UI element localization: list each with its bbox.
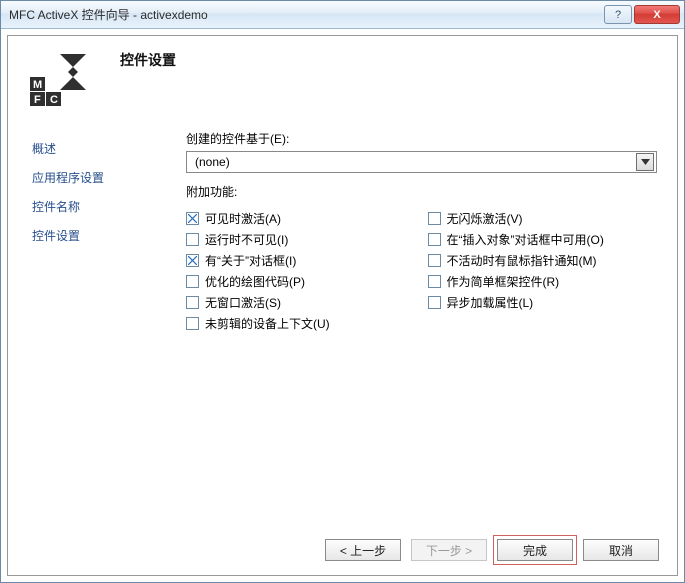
main-panel: 创建的控件基于(E): (none) 附加功能: 可见时激活(A) 运行时不可见… — [176, 126, 657, 515]
checkbox-icon — [186, 212, 199, 225]
body: 概述 应用程序设置 控件名称 控件设置 创建的控件基于(E): (none) 附… — [8, 126, 677, 515]
chk-label: 异步加载属性(L) — [447, 294, 534, 311]
sidebar: 概述 应用程序设置 控件名称 控件设置 — [28, 126, 176, 515]
finish-button[interactable]: 完成 — [497, 539, 573, 561]
base-class-select[interactable]: (none) — [186, 151, 657, 173]
checkbox-icon — [428, 254, 441, 267]
chk-label: 不活动时有鼠标指针通知(M) — [447, 252, 597, 269]
checkbox-icon — [428, 296, 441, 309]
svg-text:F: F — [34, 94, 41, 106]
chk-label: 无窗口激活(S) — [205, 294, 281, 311]
chk-about-dialog[interactable]: 有“关于”对话框(I) — [186, 252, 416, 269]
chk-mouse-notify-inactive[interactable]: 不活动时有鼠标指针通知(M) — [428, 252, 658, 269]
chk-label: 在“插入对象”对话框中可用(O) — [447, 231, 604, 248]
checkbox-icon — [186, 317, 199, 330]
close-button[interactable]: X — [634, 5, 680, 24]
chk-flicker-free[interactable]: 无闪烁激活(V) — [428, 210, 658, 227]
nav-control-settings[interactable]: 控件设置 — [28, 221, 176, 250]
svg-text:M: M — [33, 79, 42, 91]
nav-app-settings[interactable]: 应用程序设置 — [28, 163, 176, 192]
inner-panel: M F C 控件设置 概述 应用程序设置 控件名称 控件设置 — [7, 35, 678, 576]
nav-overview[interactable]: 概述 — [28, 134, 176, 163]
chk-label: 运行时不可见(I) — [205, 231, 288, 248]
checkbox-icon — [186, 296, 199, 309]
next-button: 下一步 > — [411, 539, 487, 561]
checkbox-icon — [428, 212, 441, 225]
nav-control-names[interactable]: 控件名称 — [28, 192, 176, 221]
checkbox-icon — [428, 233, 441, 246]
titlebar: MFC ActiveX 控件向导 - activexdemo ? X — [1, 1, 684, 29]
chk-activate-visible[interactable]: 可见时激活(A) — [186, 210, 416, 227]
checkbox-icon — [186, 233, 199, 246]
chk-label: 作为简单框架控件(R) — [447, 273, 560, 290]
chk-label: 有“关于”对话框(I) — [205, 252, 296, 269]
footer: < 上一步 下一步 > 完成 取消 — [8, 525, 677, 575]
content-area: M F C 控件设置 概述 应用程序设置 控件名称 控件设置 — [1, 29, 684, 582]
window-title: MFC ActiveX 控件向导 - activexdemo — [9, 6, 602, 23]
svg-text:C: C — [50, 94, 58, 106]
chk-label: 未剪辑的设备上下文(U) — [205, 315, 330, 332]
header: M F C 控件设置 — [8, 36, 677, 116]
chk-label: 无闪烁激活(V) — [447, 210, 523, 227]
base-class-value: (none) — [195, 155, 230, 169]
back-button[interactable]: < 上一步 — [325, 539, 401, 561]
chk-simple-frame[interactable]: 作为简单框架控件(R) — [428, 273, 658, 290]
chk-invisible-runtime[interactable]: 运行时不可见(I) — [186, 231, 416, 248]
mfc-logo: M F C — [28, 50, 90, 106]
checkbox-icon — [428, 275, 441, 288]
help-button[interactable]: ? — [604, 5, 632, 24]
cancel-button[interactable]: 取消 — [583, 539, 659, 561]
chk-insert-object-dialog[interactable]: 在“插入对象”对话框中可用(O) — [428, 231, 658, 248]
checkbox-icon — [186, 254, 199, 267]
features-label: 附加功能: — [186, 183, 657, 200]
chk-unclipped-dc[interactable]: 未剪辑的设备上下文(U) — [186, 315, 416, 332]
checkbox-icon — [186, 275, 199, 288]
features-col-left: 可见时激活(A) 运行时不可见(I) 有“关于”对话框(I) 优化的绘图代码(P… — [186, 206, 416, 336]
chk-async-properties[interactable]: 异步加载属性(L) — [428, 294, 658, 311]
base-class-label: 创建的控件基于(E): — [186, 130, 657, 147]
features-col-right: 无闪烁激活(V) 在“插入对象”对话框中可用(O) 不活动时有鼠标指针通知(M)… — [428, 206, 658, 336]
chevron-down-icon — [636, 153, 654, 171]
features-grid: 可见时激活(A) 运行时不可见(I) 有“关于”对话框(I) 优化的绘图代码(P… — [186, 206, 657, 336]
chk-optimized-drawing[interactable]: 优化的绘图代码(P) — [186, 273, 416, 290]
chk-windowless-activation[interactable]: 无窗口激活(S) — [186, 294, 416, 311]
page-title: 控件设置 — [120, 50, 176, 70]
chk-label: 可见时激活(A) — [205, 210, 281, 227]
chk-label: 优化的绘图代码(P) — [205, 273, 305, 290]
window-frame: MFC ActiveX 控件向导 - activexdemo ? X M F C — [0, 0, 685, 583]
